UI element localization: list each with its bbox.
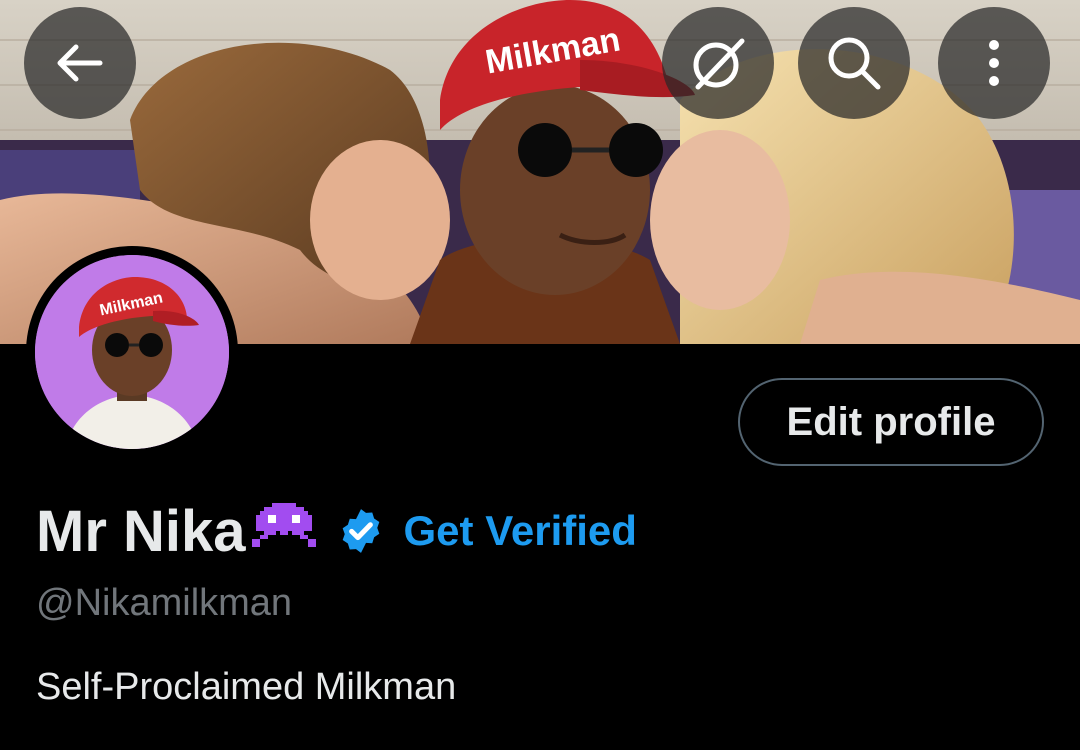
name-row: Mr Nika Get Verified xyxy=(36,494,637,568)
search-button[interactable] xyxy=(798,7,910,119)
more-options-button[interactable] xyxy=(938,7,1050,119)
avatar[interactable]: Milkman xyxy=(26,246,238,458)
grok-button[interactable] xyxy=(662,7,774,119)
avatar-image: Milkman xyxy=(35,255,229,449)
display-name: Mr Nika xyxy=(36,498,246,564)
user-handle: @Nikamilkman xyxy=(36,582,293,624)
back-button[interactable] xyxy=(24,7,136,119)
alien-monster-icon xyxy=(251,503,316,559)
profile-bio: Self-Proclaimed Milkman xyxy=(36,666,457,708)
verified-badge-icon[interactable] xyxy=(336,506,386,556)
grok-icon xyxy=(688,33,748,93)
profile-page: Milkman Milkman Edit profile Mr Nika Get… xyxy=(0,0,1080,750)
search-icon xyxy=(824,33,884,93)
get-verified-link[interactable]: Get Verified xyxy=(404,507,637,555)
arrow-left-icon xyxy=(52,35,108,91)
more-vertical-icon xyxy=(984,33,1004,93)
edit-profile-button[interactable]: Edit profile xyxy=(738,378,1044,466)
